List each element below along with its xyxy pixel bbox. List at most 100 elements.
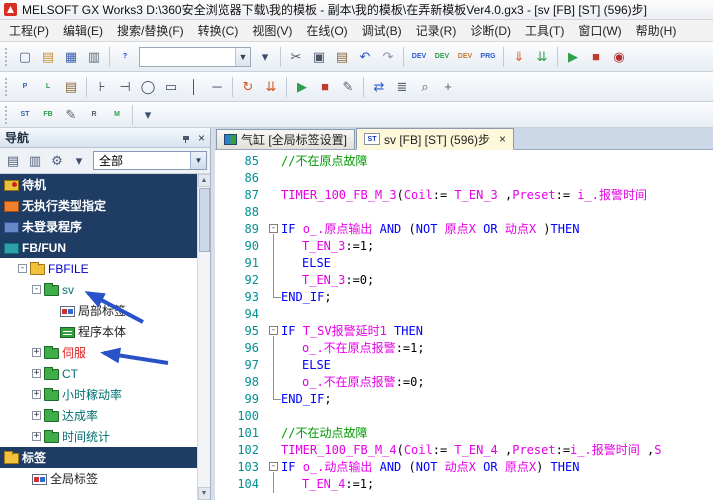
scroll-up-icon[interactable]: ▲ [198,174,211,187]
print-icon[interactable]: ▥ [83,46,105,68]
display-target-icon[interactable]: ▤ [3,151,23,171]
tree-item-小时稼动率[interactable]: +小时稼动率 [0,384,197,405]
read-mode-icon[interactable]: R [83,104,105,126]
menu-item-在线(O)[interactable]: 在线(O) [299,19,354,42]
tree-item-时间统计[interactable]: +时间统计 [0,426,197,447]
scrollbar-thumb[interactable] [199,188,210,252]
help-icon[interactable]: ? [114,46,136,68]
undo-icon[interactable]: ↶ [354,46,376,68]
toolbar-grip[interactable] [5,78,10,96]
settings-gear-icon[interactable]: ⚙ [47,151,67,171]
program-body-icon[interactable]: ▤ [60,76,82,98]
menu-item-搜索/替换(F)[interactable]: 搜索/替换(F) [110,19,191,42]
menu-item-编辑(E)[interactable]: 编辑(E) [56,19,110,42]
code-line-103[interactable]: 103-IF o_.动点输出 AND (NOT 动点X OR 原点X) THEN [215,459,713,476]
gear-menu-icon[interactable]: ▾ [69,151,89,171]
tree-item-标签[interactable]: 标签 [0,447,197,468]
code-line-99[interactable]: 99END_IF; [215,391,713,408]
st-code-editor[interactable]: 85//不在原点故障8687TIMER_100_FB_M_3(Coil:= T_… [215,150,713,500]
code-line-104[interactable]: 104T_EN_4:=1; [215,476,713,493]
fb-paste-icon[interactable]: FB [37,104,59,126]
monitor-start-icon[interactable]: ▶ [562,46,584,68]
fold-collapse-icon[interactable]: - [269,224,278,233]
code-line-85[interactable]: 85//不在原点故障 [215,153,713,170]
contact-close-icon[interactable]: ⊣ [114,76,136,98]
tree-item-伺服[interactable]: +伺服 [0,342,197,363]
monitor-mode-icon[interactable]: M [106,104,128,126]
tree-item-程序本体[interactable]: 程序本体 [0,321,197,342]
collapse-icon[interactable]: - [32,285,41,294]
menu-item-转换(C)[interactable]: 转换(C) [191,19,246,42]
zoom-icon[interactable]: + [437,76,459,98]
menu-item-记录(R)[interactable]: 记录(R) [409,19,464,42]
code-line-90[interactable]: 90T_EN_3:=1; [215,238,713,255]
new-project-icon[interactable]: ▢ [14,46,36,68]
device-test-icon[interactable]: ✎ [337,76,359,98]
chevron-down-icon[interactable]: ▼ [190,152,206,169]
collapse-icon[interactable]: - [18,264,27,273]
device-memory-icon[interactable]: DEV [431,46,453,68]
document-tab-sv [FB] [ST] (596)步[interactable]: STsv [FB] [ST] (596)步× [356,128,514,150]
device-initial-value-icon[interactable]: DEV [454,46,476,68]
tree-item-全局标签[interactable]: 全局标签 [0,468,197,489]
device-use-list-icon[interactable]: ≣ [391,76,413,98]
code-line-101[interactable]: 101//不在动点故障 [215,425,713,442]
tree-item-局部标签[interactable]: 局部标签 [0,300,197,321]
convert-icon[interactable]: ⇓ [508,46,530,68]
redo-icon[interactable]: ↷ [377,46,399,68]
vertical-line-icon[interactable]: │ [183,76,205,98]
menu-item-视图(V)[interactable]: 视图(V) [245,19,299,42]
menu-item-工程(P)[interactable]: 工程(P) [2,19,56,42]
code-line-98[interactable]: 98o_.不在原点报警:=0; [215,374,713,391]
code-line-88[interactable]: 88 [215,204,713,221]
tree-item-FB/FUN[interactable]: FB/FUN [0,237,197,258]
horizontal-line-icon[interactable]: ─ [206,76,228,98]
code-line-95[interactable]: 95-IF T_SV报警延时1 THEN [215,323,713,340]
expand-icon[interactable]: + [32,411,41,420]
menu-item-诊断(D)[interactable]: 诊断(D) [463,19,518,42]
tree-item-CT[interactable]: +CT [0,363,197,384]
toolbar-combobox[interactable]: ▼ [139,47,251,67]
stop-monitor-icon[interactable]: ■ [314,76,336,98]
open-project-icon[interactable]: ▤ [37,46,59,68]
cross-reference-icon[interactable]: ⇄ [368,76,390,98]
tree-item-sv[interactable]: -sv [0,279,197,300]
chevron-down-icon[interactable]: ▼ [235,48,250,66]
inline-st-box-icon[interactable]: ST [14,104,36,126]
expand-icon[interactable]: + [32,390,41,399]
display-option-icon[interactable]: ▾ [137,104,159,126]
code-line-100[interactable]: 100 [215,408,713,425]
start-monitor-icon[interactable]: ▶ [291,76,313,98]
menu-item-工具(T)[interactable]: 工具(T) [518,19,571,42]
menu-item-调试(B)[interactable]: 调试(B) [355,19,409,42]
pin-icon[interactable] [182,133,192,143]
code-line-91[interactable]: 91ELSE [215,255,713,272]
code-line-87[interactable]: 87TIMER_100_FB_M_3(Coil:= T_EN_3 ,Preset… [215,187,713,204]
parameter-icon[interactable]: P [14,76,36,98]
code-line-96[interactable]: 96o_.不在原点报警:=1; [215,340,713,357]
close-tab-icon[interactable]: × [499,133,506,145]
application-instruction-icon[interactable]: ▭ [160,76,182,98]
tree-item-未登录程序[interactable]: 未登录程序 [0,216,197,237]
coil-icon[interactable]: ◯ [137,76,159,98]
fold-collapse-icon[interactable]: - [269,462,278,471]
close-icon[interactable]: × [198,132,205,144]
find-replace-icon[interactable]: ⌕ [414,76,436,98]
scroll-down-icon[interactable]: ▼ [198,487,211,500]
expand-icon[interactable]: + [32,369,41,378]
tree-filter-select[interactable]: 全部 ▼ [93,151,207,170]
menu-item-窗口(W)[interactable]: 窗口(W) [571,19,628,42]
combo-history-icon[interactable]: ▾ [254,46,276,68]
paste-icon[interactable]: ▤ [331,46,353,68]
expand-icon[interactable]: + [32,348,41,357]
edit-mode-icon[interactable]: ✎ [60,104,82,126]
save-project-icon[interactable]: ▦ [60,46,82,68]
code-line-102[interactable]: 102TIMER_100_FB_M_4(Coil:= T_EN_4 ,Prese… [215,442,713,459]
label-setting-icon[interactable]: L [37,76,59,98]
code-line-92[interactable]: 92T_EN_3:=0; [215,272,713,289]
tree-item-达成率[interactable]: +达成率 [0,405,197,426]
tree-item-FBFILE[interactable]: -FBFILE [0,258,197,279]
fold-collapse-icon[interactable]: - [269,326,278,335]
convert-all-icon[interactable]: ⇊ [260,76,282,98]
tree-item-无执行类型指定[interactable]: 无执行类型指定 [0,195,197,216]
